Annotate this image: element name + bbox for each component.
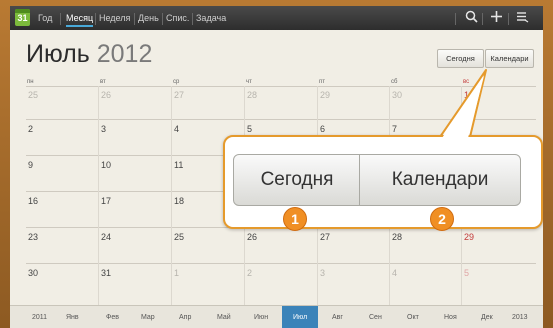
day-cell[interactable]: 4 (174, 124, 179, 134)
tab-divider (162, 13, 163, 25)
month-name: Июль (26, 40, 90, 68)
day-cell[interactable]: 25 (28, 90, 38, 100)
day-cell[interactable]: 16 (28, 196, 38, 206)
day-cell[interactable]: 4 (392, 268, 397, 278)
monthbar-item[interactable]: Май (217, 314, 231, 321)
day-cell[interactable]: 27 (174, 90, 184, 100)
calendar-app-icon[interactable]: 31 (15, 9, 30, 26)
day-cell[interactable]: 29 (464, 232, 474, 242)
day-cell[interactable]: 6 (320, 124, 325, 134)
day-cell[interactable]: 7 (392, 124, 397, 134)
day-cell[interactable]: 17 (101, 196, 111, 206)
grid-line (26, 119, 536, 120)
day-cell[interactable]: 30 (392, 90, 402, 100)
tab-year[interactable]: Год (38, 13, 52, 23)
day-cell[interactable]: 29 (320, 90, 330, 100)
weekday-sat: сб (391, 79, 398, 85)
day-cell[interactable]: 25 (174, 232, 184, 242)
day-cell[interactable]: 18 (174, 196, 184, 206)
monthbar-prev-year[interactable]: 2011 (32, 314, 47, 321)
day-cell[interactable]: 31 (101, 268, 111, 278)
weekday-thu: чт (246, 79, 252, 85)
day-cell[interactable]: 3 (320, 268, 325, 278)
tab-task[interactable]: Задача (196, 13, 226, 23)
tab-divider (60, 13, 61, 25)
month-title: Июль 2012 (26, 40, 152, 69)
day-cell[interactable]: 9 (28, 160, 33, 170)
day-cell[interactable]: 28 (247, 90, 257, 100)
day-cell[interactable]: 26 (101, 90, 111, 100)
callout-calendars-button[interactable]: Календари (359, 154, 521, 206)
day-cell[interactable]: 5 (464, 268, 469, 278)
tab-week[interactable]: Неделя (99, 13, 130, 23)
tab-divider (134, 13, 135, 25)
monthbar-item[interactable]: Ноя (444, 314, 457, 321)
toolbar-divider (455, 13, 456, 25)
calendar-screen: 31 Год Месяц Неделя День Спис. Задача Ию… (10, 6, 543, 328)
day-cell[interactable]: 10 (101, 160, 111, 170)
day-cell[interactable]: 24 (101, 232, 111, 242)
day-cell[interactable]: 28 (392, 232, 402, 242)
day-cell[interactable]: 26 (247, 232, 257, 242)
calendars-button[interactable]: Календари (485, 49, 534, 68)
search-icon[interactable] (465, 10, 478, 26)
callout-today-button[interactable]: Сегодня (233, 154, 361, 206)
monthbar-item[interactable]: Апр (179, 314, 191, 321)
weekday-mon: пн (27, 79, 34, 85)
day-cell[interactable]: 2 (247, 268, 252, 278)
monthbar-item[interactable]: Июн (254, 314, 268, 321)
monthbar-item[interactable]: Фев (106, 314, 119, 321)
day-cell[interactable]: 30 (28, 268, 38, 278)
tab-divider (95, 13, 96, 25)
tab-divider (192, 13, 193, 25)
step-badge-2: 2 (430, 207, 454, 231)
day-cell[interactable]: 27 (320, 232, 330, 242)
grid-line (26, 86, 536, 87)
monthbar-item[interactable]: Мар (141, 314, 155, 321)
weekday-tue: вт (100, 79, 106, 85)
weekday-wed: ср (173, 79, 180, 85)
day-cell[interactable]: 3 (101, 124, 106, 134)
grid-line (26, 263, 536, 264)
monthbar-next-year[interactable]: 2013 (512, 314, 528, 321)
app-icon-day: 31 (17, 13, 28, 23)
tab-month[interactable]: Месяц (66, 13, 94, 27)
add-icon[interactable] (490, 10, 503, 26)
today-button[interactable]: Сегодня (437, 49, 484, 68)
monthbar-item[interactable]: Авг (332, 314, 343, 321)
step-badge-1: 1 (283, 207, 307, 231)
tab-list[interactable]: Спис. (166, 13, 189, 23)
day-cell[interactable]: 1 (464, 90, 469, 100)
grid-line (171, 86, 172, 305)
monthbar-item[interactable]: Янв (66, 314, 79, 321)
monthbar-item[interactable]: Дек (481, 314, 493, 321)
weekday-sun: вс (463, 79, 470, 85)
day-cell[interactable]: 11 (174, 160, 183, 170)
toolbar-divider (482, 13, 483, 25)
day-cell[interactable]: 5 (247, 124, 252, 134)
monthbar-item[interactable]: Сен (369, 314, 382, 321)
toolbar-divider (508, 13, 509, 25)
grid-line (98, 86, 99, 305)
month-year: 2012 (96, 40, 153, 68)
menu-icon[interactable] (516, 10, 529, 26)
weekday-fri: пт (319, 79, 325, 85)
monthbar-item[interactable]: Окт (407, 314, 419, 321)
day-cell[interactable]: 1 (174, 268, 179, 278)
day-cell[interactable]: 2 (28, 124, 33, 134)
month-navigation-bar: 2011 Янв Фев Мар Апр Май Июн Июл Авг Сен… (10, 305, 543, 328)
day-cell[interactable]: 23 (28, 232, 38, 242)
monthbar-item-selected[interactable]: Июл (293, 314, 307, 321)
action-bar: 31 Год Месяц Неделя День Спис. Задача (10, 6, 543, 30)
tab-day[interactable]: День (138, 13, 159, 23)
